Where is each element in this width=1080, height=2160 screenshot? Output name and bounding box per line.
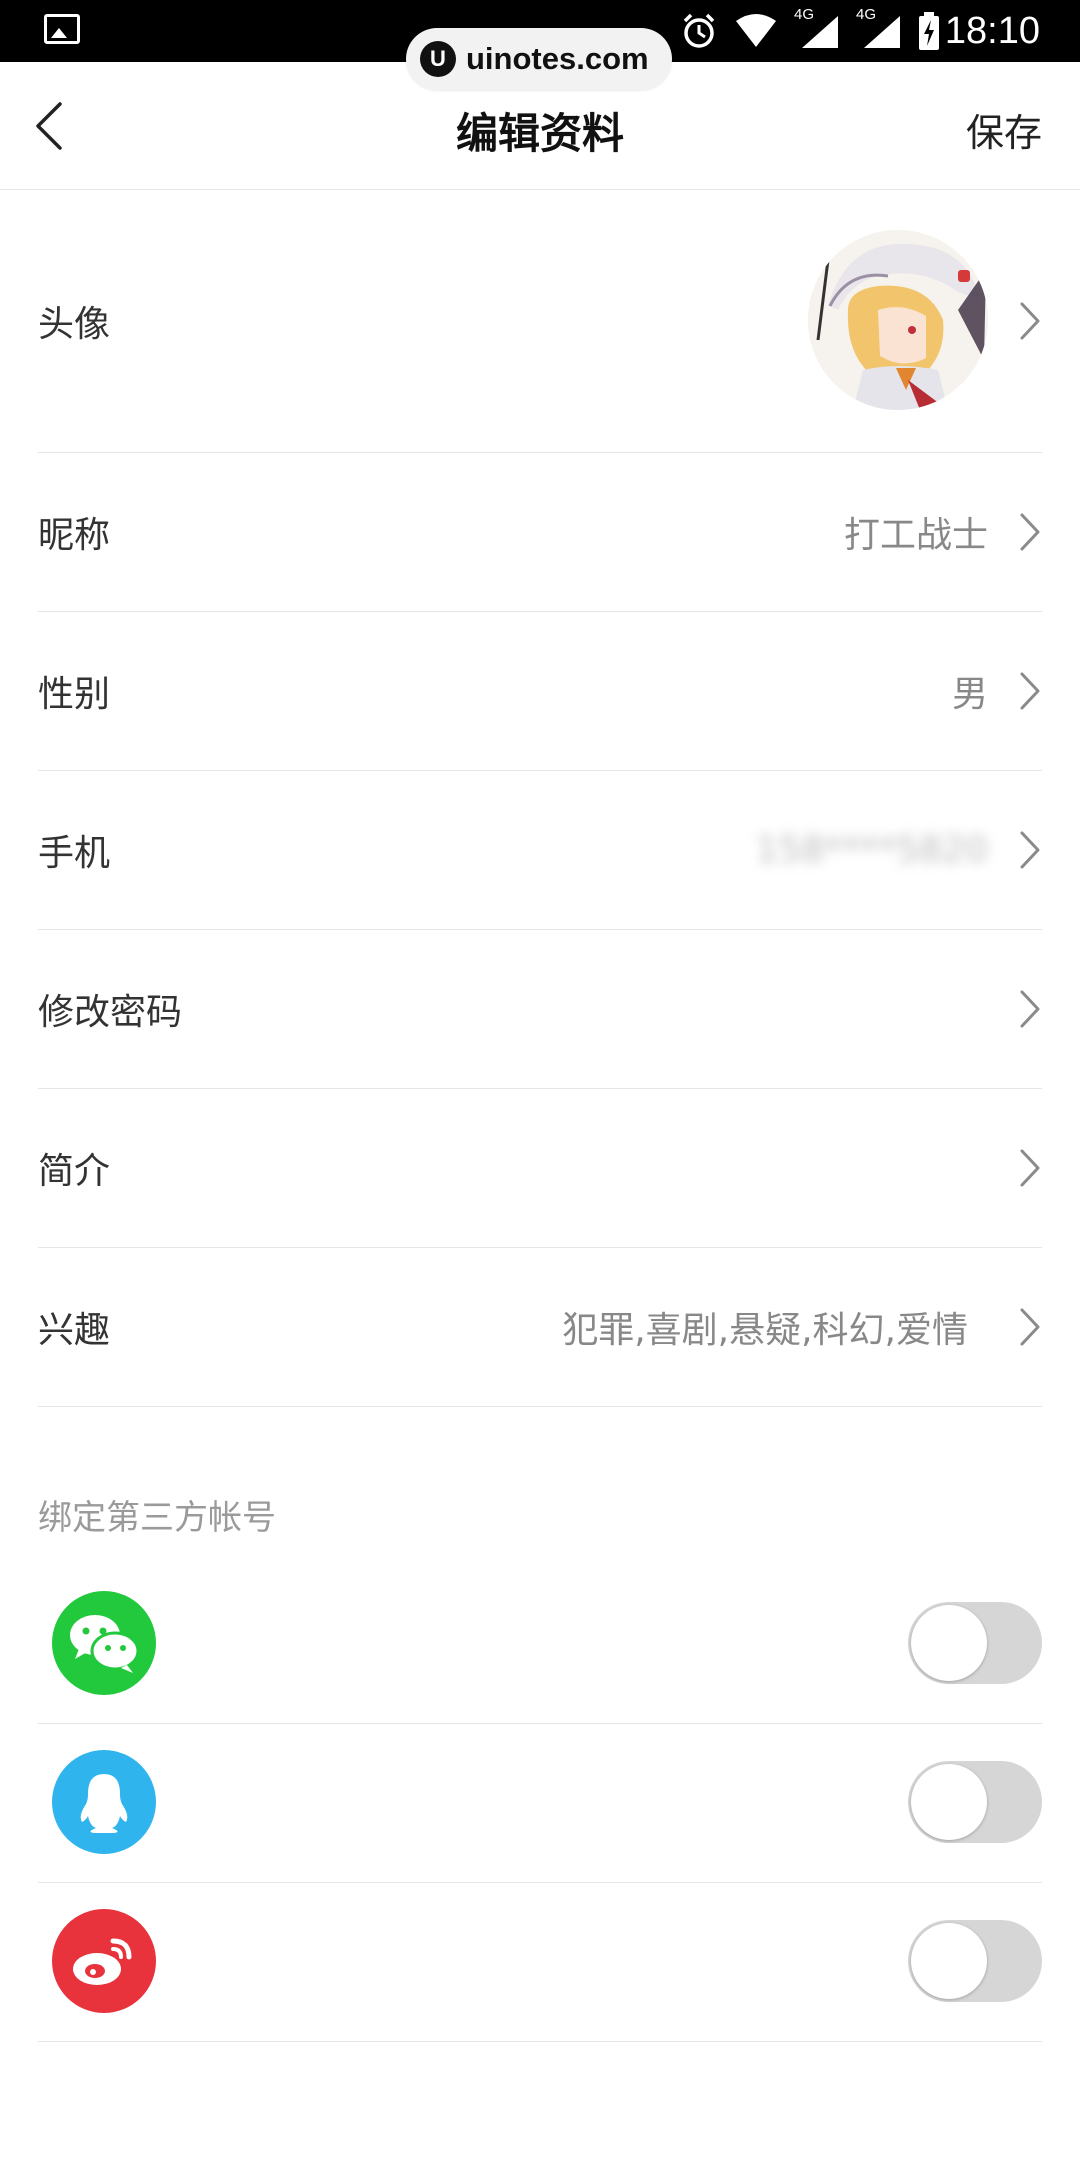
chevron-right-icon <box>1020 513 1040 551</box>
chevron-right-icon <box>1020 302 1040 340</box>
avatar-illustration <box>808 230 988 410</box>
avatar-label: 头像 <box>38 304 111 345</box>
chevron-right-icon <box>1020 990 1040 1028</box>
navigation-bar: 编辑资料 保存 <box>0 62 1080 190</box>
phone-value: 158****5820 <box>755 829 988 871</box>
qq-icon <box>52 1750 156 1854</box>
weibo-icon <box>52 1909 156 2013</box>
battery-charging-icon <box>919 12 939 50</box>
network-type-2: 4G <box>856 6 877 23</box>
phone-row[interactable]: 手机 158****5820 <box>38 771 1042 930</box>
save-button[interactable]: 保存 <box>966 102 1042 157</box>
nickname-value: 打工战士 <box>843 515 988 556</box>
gender-label: 性别 <box>38 674 111 715</box>
interests-value: 犯罪,喜剧,悬疑,科幻,爱情 <box>562 1310 968 1351</box>
gender-value: 男 <box>951 674 988 715</box>
nickname-label: 昵称 <box>38 515 111 556</box>
avatar-row[interactable]: 头像 <box>38 190 1042 453</box>
bio-row[interactable]: 简介 <box>38 1089 1042 1248</box>
status-icons: 4G 4G <box>680 6 940 50</box>
chevron-right-icon <box>1020 1308 1040 1346</box>
gender-row[interactable]: 性别 男 <box>38 612 1042 771</box>
wechat-bind-toggle[interactable] <box>908 1602 1042 1684</box>
weibo-bind-row <box>38 1883 1042 2042</box>
chevron-right-icon <box>1020 831 1040 869</box>
wechat-icon <box>52 1591 156 1695</box>
toggle-knob <box>911 1605 987 1681</box>
image-notification-icon <box>44 14 80 44</box>
network-type-1: 4G <box>794 6 815 23</box>
toggle-knob <box>911 1764 987 1840</box>
nickname-row[interactable]: 昵称 打工战士 <box>38 453 1042 612</box>
toggle-knob <box>911 1923 987 1999</box>
bio-label: 简介 <box>38 1151 111 1192</box>
interests-row[interactable]: 兴趣 犯罪,喜剧,悬疑,科幻,爱情 <box>38 1248 1042 1407</box>
page-title: 编辑资料 <box>455 109 624 158</box>
cellular-signal-2: 4G <box>856 6 902 50</box>
interests-label: 兴趣 <box>38 1310 111 1351</box>
qq-bind-toggle[interactable] <box>908 1761 1042 1843</box>
cellular-signal-1: 4G <box>794 6 840 50</box>
qq-bind-row <box>38 1724 1042 1883</box>
chevron-right-icon <box>1020 1149 1040 1187</box>
chevron-right-icon <box>1020 672 1040 710</box>
third-party-account-list <box>38 1565 1042 2042</box>
third-party-section-title: 绑定第三方帐号 <box>38 1498 276 1538</box>
wifi-icon <box>736 14 776 47</box>
weibo-bind-toggle[interactable] <box>908 1920 1042 2002</box>
wechat-bind-row <box>38 1565 1042 1724</box>
change-password-row[interactable]: 修改密码 <box>38 930 1042 1089</box>
phone-label: 手机 <box>38 833 111 874</box>
alarm-icon <box>683 13 715 48</box>
avatar[interactable] <box>808 230 988 410</box>
profile-settings-list: 头像 昵称 打工战士 性别 男 手机 158****5820 修改密码 简介 兴… <box>38 190 1042 1407</box>
change-password-label: 修改密码 <box>38 992 183 1033</box>
status-time: 18:10 <box>944 10 1040 52</box>
